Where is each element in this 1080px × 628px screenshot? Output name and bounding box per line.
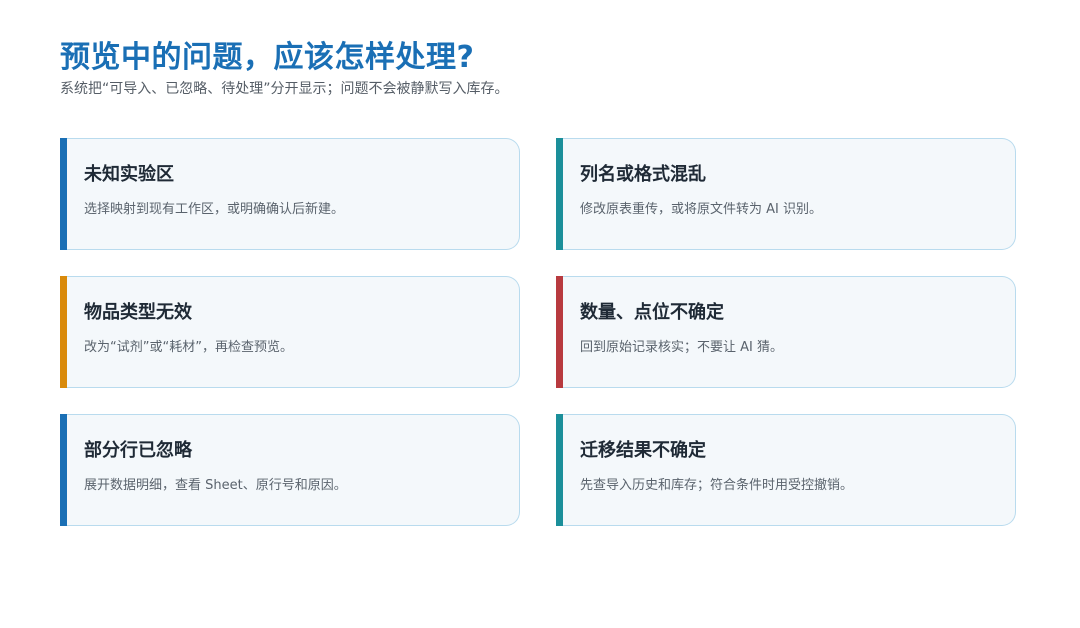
card-title: 未知实验区 bbox=[84, 164, 174, 185]
card-accent-bar bbox=[60, 138, 67, 250]
card-title: 数量、点位不确定 bbox=[580, 302, 724, 323]
card-accent-bar bbox=[556, 414, 563, 526]
issue-card-ignored-rows: 部分行已忽略 展开数据明细，查看 Sheet、原行号和原因。 bbox=[60, 414, 520, 526]
card-description: 修改原表重传，或将原文件转为 AI 识别。 bbox=[580, 202, 822, 217]
issue-card-invalid-type: 物品类型无效 改为“试剂”或“耗材”，再检查预览。 bbox=[60, 276, 520, 388]
card-accent-bar bbox=[556, 276, 563, 388]
card-description: 回到原始记录核实；不要让 AI 猜。 bbox=[580, 340, 783, 355]
card-description: 改为“试剂”或“耗材”，再检查预览。 bbox=[84, 340, 293, 355]
issue-card-uncertain-quantity: 数量、点位不确定 回到原始记录核实；不要让 AI 猜。 bbox=[556, 276, 1016, 388]
card-title: 部分行已忽略 bbox=[84, 440, 192, 461]
issue-card-unknown-area: 未知实验区 选择映射到现有工作区，或明确确认后新建。 bbox=[60, 138, 520, 250]
page-title: 预览中的问题，应该怎样处理? bbox=[60, 40, 475, 75]
card-description: 展开数据明细，查看 Sheet、原行号和原因。 bbox=[84, 478, 347, 493]
card-title: 列名或格式混乱 bbox=[580, 164, 706, 185]
card-description: 选择映射到现有工作区，或明确确认后新建。 bbox=[84, 202, 345, 217]
slide: 预览中的问题，应该怎样处理? 系统把“可导入、已忽略、待处理”分开显示；问题不会… bbox=[0, 0, 1080, 628]
issue-card-messy-columns: 列名或格式混乱 修改原表重传，或将原文件转为 AI 识别。 bbox=[556, 138, 1016, 250]
card-description: 先查导入历史和库存；符合条件时用受控撤销。 bbox=[580, 478, 854, 493]
card-title: 迁移结果不确定 bbox=[580, 440, 706, 461]
page-subtitle: 系统把“可导入、已忽略、待处理”分开显示；问题不会被静默写入库存。 bbox=[60, 81, 509, 97]
card-accent-bar bbox=[556, 138, 563, 250]
card-title: 物品类型无效 bbox=[84, 302, 192, 323]
card-accent-bar bbox=[60, 276, 67, 388]
issue-card-grid: 未知实验区 选择映射到现有工作区，或明确确认后新建。 列名或格式混乱 修改原表重… bbox=[60, 138, 1016, 526]
issue-card-uncertain-migration: 迁移结果不确定 先查导入历史和库存；符合条件时用受控撤销。 bbox=[556, 414, 1016, 526]
card-accent-bar bbox=[60, 414, 67, 526]
